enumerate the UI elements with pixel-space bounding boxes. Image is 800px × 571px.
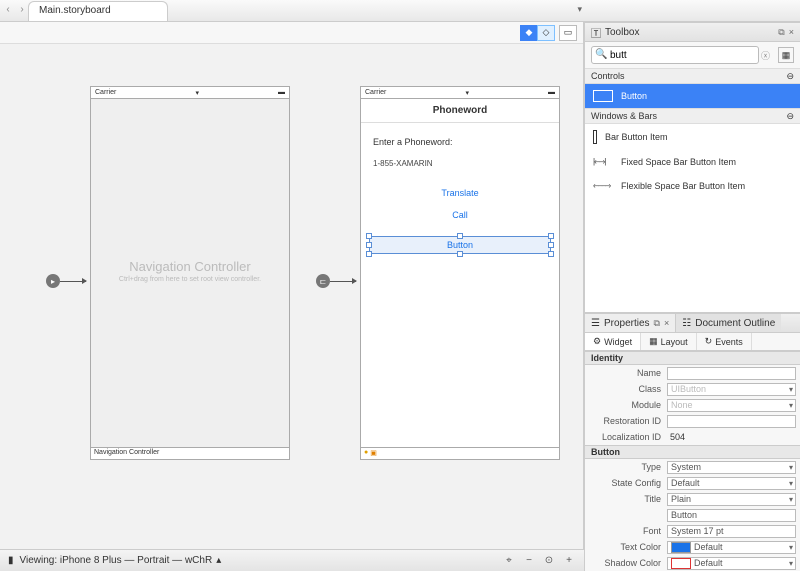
- nav-controller-subtitle: Ctrl+drag from here to set root view con…: [91, 276, 289, 283]
- frames-mode-button[interactable]: ◇: [537, 25, 555, 41]
- toolbox-item-button[interactable]: Button: [585, 84, 800, 108]
- document-outline-tab[interactable]: Document Outline: [695, 318, 775, 329]
- zoom-in-icon[interactable]: +: [562, 554, 576, 568]
- wifi-icon: ▾: [195, 89, 199, 97]
- collapse-icon: ⊖: [786, 71, 794, 82]
- battery-icon: ▬: [278, 89, 285, 96]
- shadow-color-field[interactable]: Default: [667, 557, 796, 570]
- text-color-field[interactable]: Default: [667, 541, 796, 554]
- properties-icon: ☰: [591, 318, 600, 329]
- vc-icon[interactable]: ●: [364, 449, 368, 458]
- bar-icon: ▮: [8, 555, 14, 566]
- properties-tabs: ⚙Widget ▦Layout ↻Events: [585, 333, 800, 351]
- nav-back-icon[interactable]: ‹: [2, 2, 14, 16]
- viewing-label[interactable]: Viewing: iPhone 8 Plus — Portrait — wChR: [20, 555, 213, 566]
- nav-back-forward: ‹ ›: [2, 2, 28, 16]
- panel-undock-icon[interactable]: ⧉: [654, 318, 660, 329]
- flexible-space-icon: [593, 180, 613, 192]
- panel-undock-icon[interactable]: ⧉: [778, 27, 784, 38]
- fixed-space-icon: [593, 156, 613, 168]
- document-tabbar: ‹ › Main.storyboard ▾: [0, 0, 800, 22]
- root-segue[interactable]: ⊏: [316, 274, 356, 288]
- module-field[interactable]: None: [667, 399, 796, 412]
- canvas-extra-button[interactable]: ▭: [559, 25, 577, 41]
- zoom-out-icon[interactable]: −: [522, 554, 536, 568]
- storyboard-canvas[interactable]: ▸ Carrier ▾ ▬ Navigation Controller Ctrl…: [0, 44, 583, 571]
- toolbox-search-row: 🔍 ⓧ ▦: [591, 46, 794, 64]
- segue-icon: ⊏: [316, 274, 330, 288]
- enter-phoneword-label: Enter a Phoneword:: [361, 123, 559, 151]
- selected-button-element[interactable]: Button: [369, 236, 551, 254]
- tab-title: Main.storyboard: [39, 5, 111, 16]
- name-field[interactable]: [667, 367, 796, 380]
- tab-layout[interactable]: ▦Layout: [641, 333, 697, 350]
- collapse-icon: ⊖: [786, 111, 794, 122]
- translate-button[interactable]: Translate: [361, 176, 559, 210]
- title-type-field[interactable]: Plain: [667, 493, 796, 506]
- toolbox-header: 🅃 Toolbox ⧉ ×: [585, 22, 800, 42]
- viewing-chevron-icon[interactable]: ▴: [216, 555, 221, 566]
- entry-point-segue[interactable]: ▸: [46, 274, 86, 288]
- tab-dropdown-icon[interactable]: ▾: [577, 4, 582, 15]
- section-identity: Identity: [585, 351, 800, 365]
- view-controller-scene[interactable]: Carrier ▾ ▬ Phoneword Enter a Phoneword:…: [360, 86, 560, 460]
- zoom-actual-icon[interactable]: ⊙: [542, 554, 556, 568]
- canvas-statusbar: ▮ Viewing: iPhone 8 Plus — Portrait — wC…: [0, 549, 584, 571]
- selected-button-title: Button: [447, 240, 473, 250]
- nav-forward-icon[interactable]: ›: [16, 2, 28, 16]
- toolbox-search-input[interactable]: [591, 46, 759, 64]
- outline-icon: ☷: [682, 318, 691, 329]
- navigation-controller-scene[interactable]: Carrier ▾ ▬ Navigation Controller Ctrl+d…: [90, 86, 290, 460]
- font-field[interactable]: System 17 pt: [667, 525, 796, 538]
- first-responder-icon[interactable]: ▣: [370, 449, 377, 458]
- phoneword-textfield[interactable]: 1-855-XAMARIN: [373, 157, 547, 170]
- tab-events[interactable]: ↻Events: [697, 333, 752, 350]
- toolbox-icon: 🅃: [591, 25, 601, 40]
- restoration-id-field[interactable]: [667, 415, 796, 428]
- title-text-field[interactable]: Button: [667, 509, 796, 522]
- class-field[interactable]: UIButton: [667, 383, 796, 396]
- battery-icon: ▬: [548, 89, 555, 96]
- localization-id-value: 504: [667, 432, 796, 442]
- clear-search-icon[interactable]: ⓧ: [761, 49, 770, 62]
- call-button[interactable]: Call: [361, 210, 559, 232]
- carrier-label: Carrier: [95, 89, 116, 96]
- entry-point-icon: ▸: [46, 274, 60, 288]
- section-button: Button: [585, 445, 800, 459]
- toolbox-title: Toolbox: [605, 27, 639, 38]
- tab-widget[interactable]: ⚙Widget: [585, 333, 641, 350]
- toolbox-item-fixed-space[interactable]: Fixed Space Bar Button Item: [585, 150, 800, 174]
- scene-footer-label: Navigation Controller: [90, 448, 290, 460]
- properties-header: ☰ Properties ⧉ × ☷ Document Outline: [585, 313, 800, 333]
- toolbox-item-bar-button[interactable]: Bar Button Item: [585, 124, 800, 150]
- wifi-icon: ▾: [465, 89, 469, 97]
- properties-title: Properties: [604, 318, 650, 329]
- panel-close-icon[interactable]: ×: [789, 27, 794, 37]
- zoom-fit-icon[interactable]: ⌖: [502, 554, 516, 568]
- bar-button-icon: [593, 130, 597, 144]
- search-icon: 🔍: [595, 49, 607, 60]
- canvas-toolbar: ◆ ◇ ▭: [0, 22, 583, 44]
- type-field[interactable]: System: [667, 461, 796, 474]
- toolbox-view-toggle[interactable]: ▦: [778, 47, 794, 63]
- scene-dock: ● ▣: [360, 448, 560, 460]
- group-windows-bars[interactable]: Windows & Bars ⊖: [585, 108, 800, 124]
- nav-controller-title: Navigation Controller: [91, 259, 289, 274]
- carrier-label: Carrier: [365, 89, 386, 96]
- button-icon: [593, 90, 613, 102]
- constraints-mode-button[interactable]: ◆: [520, 25, 538, 41]
- state-config-field[interactable]: Default: [667, 477, 796, 490]
- document-tab[interactable]: Main.storyboard: [28, 1, 168, 21]
- group-controls[interactable]: Controls ⊖: [585, 68, 800, 84]
- panel-close-icon[interactable]: ×: [664, 318, 669, 328]
- toolbox-item-flexible-space[interactable]: Flexible Space Bar Button Item: [585, 174, 800, 198]
- nav-bar-title: Phoneword: [361, 99, 559, 123]
